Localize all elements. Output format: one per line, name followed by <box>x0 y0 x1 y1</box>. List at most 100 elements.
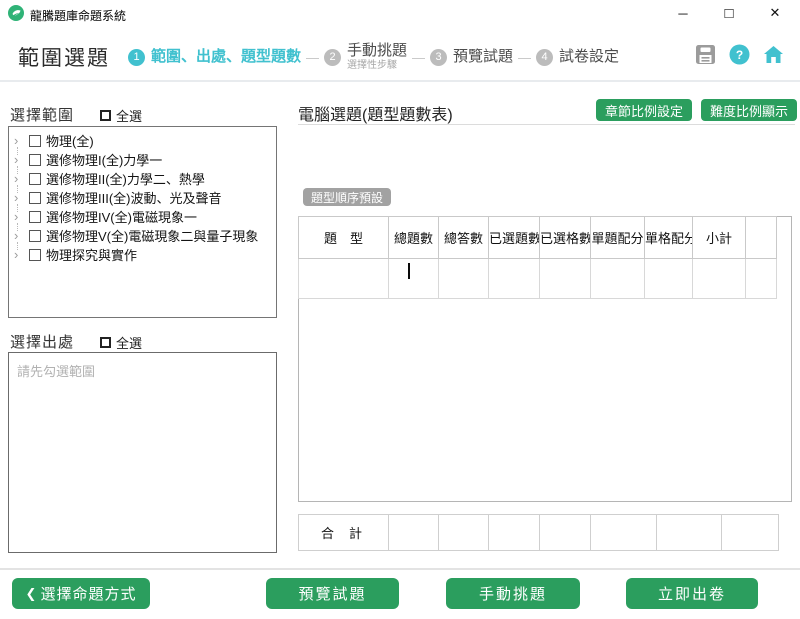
step-3-circle: 3 <box>430 49 447 66</box>
total-cell <box>540 515 591 551</box>
total-row: 合 計 <box>299 515 779 551</box>
total-cell <box>489 515 540 551</box>
computer-select-title: 電腦選題(題型題數表) <box>298 101 453 125</box>
source-select-all[interactable]: 全選 <box>100 333 142 352</box>
tree-item-physics-3[interactable]: › 選修物理III(全)波動、光及聲音 <box>9 188 276 207</box>
wizard-stepper: 1 範圍、出處、題型題數 — 2 手動挑題 選擇性步驟 — 3 預覽試題 — 4… <box>128 38 619 76</box>
cell-points-per-question[interactable] <box>591 259 645 299</box>
tree-item-physics-5[interactable]: › 選修物理V(全)電磁現象二與量子現象 <box>9 226 276 245</box>
step-4-paper-settings[interactable]: 4 試卷設定 <box>536 49 619 66</box>
tree-item-checkbox[interactable] <box>29 173 41 185</box>
cell-points-per-blank[interactable] <box>645 259 693 299</box>
chevron-right-icon[interactable]: › <box>14 210 29 223</box>
source-placeholder: 請先勾選範圍 <box>17 361 268 380</box>
total-cell <box>439 515 489 551</box>
cell-total-questions[interactable] <box>389 259 439 299</box>
step-3-label: 預覽試題 <box>453 49 513 66</box>
step-dash: — <box>518 50 531 65</box>
type-order-default-button[interactable]: 題型順序預設 <box>303 188 391 206</box>
app-title: 龍騰題庫命題系統 <box>30 7 126 24</box>
tree-item-physics-all[interactable]: › 物理(全) <box>9 131 276 150</box>
help-icon[interactable]: ? <box>729 44 750 65</box>
cell-subtotal[interactable] <box>693 259 746 299</box>
right-panel-divider <box>298 124 795 125</box>
header-icon-group: ? <box>695 44 784 65</box>
generate-paper-button[interactable]: 立即出卷 <box>626 578 758 609</box>
total-row-table: 合 計 <box>298 514 779 551</box>
range-section-title: 選擇範圍 <box>10 104 74 125</box>
step-2-label: 手動挑題 <box>347 43 407 60</box>
source-select-all-label: 全選 <box>116 333 142 352</box>
tree-item-checkbox[interactable] <box>29 249 41 261</box>
maximize-button[interactable]: □ <box>706 0 752 26</box>
titlebar: 龍騰題庫命題系統 ─ □ ✕ <box>0 0 800 26</box>
page-title: 範圍選題 <box>18 42 110 72</box>
step-3-preview[interactable]: 3 預覽試題 <box>430 49 513 66</box>
range-tree: › 物理(全) › 選修物理I(全)力學一 › 選修物理II(全)力學二、熱學 … <box>8 126 277 318</box>
tree-item-checkbox[interactable] <box>29 192 41 204</box>
total-label: 合 計 <box>299 515 389 551</box>
total-cell <box>657 515 722 551</box>
step-1-label: 範圍、出處、題型題數 <box>151 49 301 66</box>
preview-questions-button[interactable]: 預覽試題 <box>266 578 399 609</box>
tree-item-label: 選修物理V(全)電磁現象二與量子現象 <box>46 226 258 245</box>
tree-item-physics-inquiry[interactable]: › 物理探究與實作 <box>9 245 276 264</box>
tree-item-checkbox[interactable] <box>29 230 41 242</box>
step-1-range[interactable]: 1 範圍、出處、題型題數 <box>128 49 301 66</box>
tree-item-physics-4[interactable]: › 選修物理IV(全)電磁現象一 <box>9 207 276 226</box>
tree-item-checkbox[interactable] <box>29 211 41 223</box>
step-2-circle: 2 <box>324 49 341 66</box>
range-select-all[interactable]: 全選 <box>100 106 142 125</box>
source-section-title: 選擇出處 <box>10 331 74 352</box>
tree-item-checkbox[interactable] <box>29 135 41 147</box>
tree-item-label: 選修物理IV(全)電磁現象一 <box>46 207 197 226</box>
minimize-button[interactable]: ─ <box>660 0 706 26</box>
chevron-right-icon[interactable]: › <box>14 248 29 261</box>
svg-text:?: ? <box>736 48 743 62</box>
difficulty-ratio-button[interactable]: 難度比例顯示 <box>701 99 797 121</box>
save-icon[interactable] <box>695 44 716 65</box>
col-points-per-question: 單題配分 <box>591 217 645 259</box>
step-dash: — <box>412 50 425 65</box>
tree-item-label: 選修物理I(全)力學一 <box>46 150 162 169</box>
tree-item-label: 物理(全) <box>46 131 94 150</box>
ratio-button-group: 章節比例設定 難度比例顯示 <box>596 99 797 121</box>
chevron-left-icon: ❮ <box>26 586 37 602</box>
tree-item-physics-2[interactable]: › 選修物理II(全)力學二、熱學 <box>9 169 276 188</box>
cell-total-answers[interactable] <box>439 259 489 299</box>
chapter-ratio-button[interactable]: 章節比例設定 <box>596 99 692 121</box>
manual-pick-button[interactable]: 手動挑題 <box>446 578 580 609</box>
col-total-answers: 總答數 <box>439 217 489 259</box>
range-select-all-checkbox[interactable] <box>100 110 111 121</box>
total-cell <box>389 515 439 551</box>
cell-selected-blanks[interactable] <box>540 259 591 299</box>
cell-extra[interactable] <box>746 259 777 299</box>
choose-method-back-button[interactable]: ❮ 選擇命題方式 <box>12 578 150 609</box>
chevron-right-icon[interactable]: › <box>14 229 29 242</box>
table-row <box>299 259 777 299</box>
close-button[interactable]: ✕ <box>752 0 798 26</box>
step-1-circle: 1 <box>128 49 145 66</box>
choose-method-back-label: 選擇命題方式 <box>40 583 136 604</box>
tree-item-label: 物理探究與實作 <box>46 245 137 264</box>
col-extra <box>746 217 777 259</box>
step-2-sublabel: 選擇性步驟 <box>347 60 407 71</box>
tree-item-checkbox[interactable] <box>29 154 41 166</box>
chevron-right-icon[interactable]: › <box>14 153 29 166</box>
chevron-right-icon[interactable]: › <box>14 191 29 204</box>
source-select-all-checkbox[interactable] <box>100 337 111 348</box>
range-select-all-label: 全選 <box>116 106 142 125</box>
chevron-right-icon[interactable]: › <box>14 172 29 185</box>
home-icon[interactable] <box>763 44 784 65</box>
step-2-manual-pick[interactable]: 2 手動挑題 選擇性步驟 <box>324 43 407 71</box>
cell-question-type[interactable] <box>299 259 389 299</box>
question-type-table: 題 型 總題數 總答數 已選題數 已選格數 單題配分 單格配分 小計 <box>298 216 777 299</box>
header-divider <box>0 80 800 82</box>
total-cell <box>722 515 779 551</box>
tree-item-physics-1[interactable]: › 選修物理I(全)力學一 <box>9 150 276 169</box>
chevron-right-icon[interactable]: › <box>14 134 29 147</box>
footer-divider <box>0 568 800 570</box>
table-header-row: 題 型 總題數 總答數 已選題數 已選格數 單題配分 單格配分 小計 <box>299 217 777 259</box>
col-total-questions: 總題數 <box>389 217 439 259</box>
cell-selected-questions[interactable] <box>489 259 540 299</box>
